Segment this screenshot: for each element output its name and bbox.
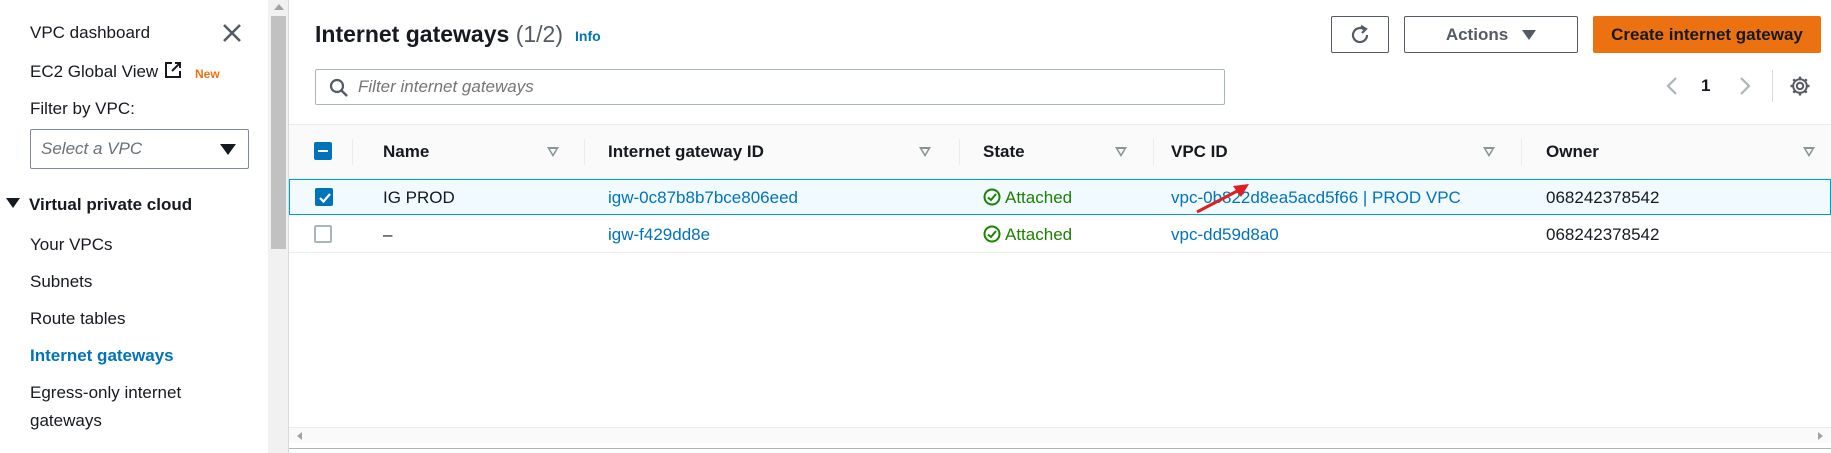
scroll-right-icon[interactable] — [1818, 432, 1823, 440]
caret-down-icon — [1522, 29, 1537, 40]
table-row[interactable]: IG PROD igw-0c87b8b7bce806eed Attached v… — [289, 179, 1831, 215]
row-checkbox[interactable] — [315, 188, 333, 206]
sort-icon[interactable] — [1483, 147, 1495, 157]
divider — [289, 448, 1831, 449]
section-virtual-private-cloud[interactable]: Virtual private cloud — [6, 195, 192, 215]
sidebar-item-ec2-global-view[interactable]: EC2 Global View — [30, 61, 182, 82]
cell-name: – — [383, 225, 393, 244]
check-circle-icon — [983, 225, 1001, 243]
column-header-gateway-id[interactable]: Internet gateway ID — [608, 142, 764, 162]
table-row[interactable]: – igw-f429dd8e Attached vpc-dd59d8a0 068… — [289, 217, 1831, 253]
actions-label: Actions — [1445, 24, 1509, 44]
sidebar-scrollbar[interactable] — [268, 0, 289, 453]
sidebar-item-route-tables[interactable]: Route tables — [30, 309, 125, 329]
annotation-arrow-icon — [1196, 184, 1249, 214]
cell-state: Attached — [983, 188, 1072, 208]
sidebar-item-egress-only[interactable]: Egress-only internet — [30, 383, 181, 403]
horizontal-scrollbar[interactable] — [289, 427, 1831, 443]
external-link-icon — [165, 62, 182, 78]
filter-by-vpc-label: Filter by VPC: — [30, 99, 135, 118]
sidebar-item-label: EC2 Global View — [30, 62, 159, 81]
state-text: Attached — [1005, 225, 1073, 244]
cell-owner: 068242378542 — [1546, 225, 1660, 244]
cell-gateway-id[interactable]: igw-0c87b8b7bce806eed — [608, 188, 798, 208]
search-input[interactable] — [358, 77, 1198, 97]
column-divider — [959, 139, 960, 165]
cell-name: IG PROD — [383, 188, 455, 207]
close-icon[interactable] — [221, 22, 243, 44]
scroll-up-icon[interactable] — [274, 4, 284, 10]
vpc-console: VPC dashboard EC2 Global View New Filter… — [0, 0, 1831, 453]
scroll-left-icon[interactable] — [297, 432, 302, 440]
column-header-vpc-id[interactable]: VPC ID — [1171, 142, 1228, 162]
table-header: Name Internet gateway ID State VPC ID Ow… — [289, 125, 1831, 179]
column-header-state[interactable]: State — [983, 142, 1025, 162]
cell-vpc-id[interactable]: vpc-dd59d8a0 — [1171, 225, 1279, 245]
sidebar-item-vpc-dashboard[interactable]: VPC dashboard — [30, 23, 150, 43]
sort-icon[interactable] — [1115, 147, 1127, 157]
search-icon — [329, 78, 348, 97]
column-header-owner[interactable]: Owner — [1546, 142, 1599, 162]
state-text: Attached — [1005, 188, 1073, 207]
gateways-table: Name Internet gateway ID State VPC ID Ow… — [289, 124, 1831, 443]
select-placeholder: Select a VPC — [41, 139, 143, 158]
info-link[interactable]: Info — [575, 28, 601, 44]
vpc-filter-select[interactable]: Select a VPC — [30, 129, 249, 169]
scroll-thumb[interactable] — [271, 16, 286, 249]
sidebar-item-subnets[interactable]: Subnets — [30, 272, 92, 292]
select-all-checkbox[interactable] — [314, 142, 332, 160]
column-divider — [1521, 139, 1522, 165]
new-badge: New — [195, 67, 220, 81]
caret-down-icon — [6, 198, 20, 208]
filter-box — [315, 69, 1225, 105]
sort-icon[interactable] — [1803, 147, 1815, 157]
main-panel: Internet gateways (1/2) Info Actions Cre… — [289, 0, 1831, 453]
actions-button[interactable]: Actions — [1404, 16, 1578, 53]
create-internet-gateway-button[interactable]: Create internet gateway — [1593, 16, 1821, 53]
chevron-right-icon[interactable] — [1738, 76, 1752, 96]
column-header-name[interactable]: Name — [383, 142, 429, 162]
check-circle-icon — [983, 188, 1001, 206]
gear-icon[interactable] — [1789, 75, 1811, 97]
cell-owner: 068242378542 — [1546, 188, 1660, 207]
sort-icon[interactable] — [547, 147, 559, 157]
refresh-button[interactable] — [1331, 16, 1389, 53]
sort-icon[interactable] — [919, 147, 931, 157]
cell-state: Attached — [983, 225, 1072, 245]
sidebar: VPC dashboard EC2 Global View New Filter… — [0, 0, 268, 453]
row-checkbox[interactable] — [314, 225, 332, 243]
caret-down-icon — [220, 144, 236, 155]
cell-gateway-id[interactable]: igw-f429dd8e — [608, 225, 710, 245]
sidebar-item-egress-only-cont[interactable]: gateways — [30, 411, 102, 431]
page-number[interactable]: 1 — [1701, 76, 1710, 96]
sidebar-item-internet-gateways[interactable]: Internet gateways — [30, 346, 174, 366]
checkbox-icon — [319, 193, 331, 204]
refresh-icon — [1351, 24, 1369, 43]
column-divider — [584, 139, 585, 165]
column-divider — [352, 139, 353, 165]
page-title-text: Internet gateways — [315, 21, 510, 47]
chevron-left-icon[interactable] — [1665, 76, 1679, 96]
section-title: Virtual private cloud — [29, 195, 193, 214]
divider — [1772, 70, 1773, 102]
page-title: Internet gateways (1/2) — [315, 21, 563, 48]
column-divider — [1153, 139, 1154, 165]
selection-count: (1/2) — [515, 21, 563, 47]
sidebar-item-your-vpcs[interactable]: Your VPCs — [30, 235, 113, 255]
